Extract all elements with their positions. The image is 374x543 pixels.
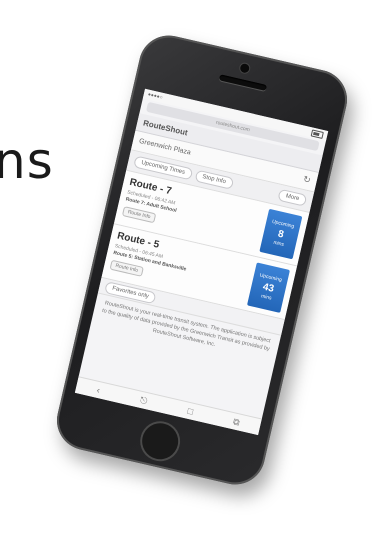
bookmarks-icon[interactable]: □ [186,406,194,417]
tile-unit: mins [260,292,273,302]
share-icon[interactable]: ⎋ [139,394,148,406]
tile-minutes: 8 [276,228,285,241]
home-button[interactable] [136,417,185,466]
back-icon[interactable]: ‹ [96,385,101,395]
battery-icon [310,128,324,139]
front-camera-icon [239,62,251,74]
earpiece-speaker [218,74,268,91]
phone-body: ●●●●○ ​ routeshout.com RouteShout Greenw… [51,29,353,491]
more-button[interactable]: More [277,188,308,207]
route-info-button[interactable]: Route Info [121,206,157,224]
route-info-button[interactable]: Route Info [109,259,144,277]
tile-unit: mins [272,239,285,248]
slide-partial-text: ns [0,132,54,190]
signal-icon: ●●●●○ [147,91,164,101]
phone-device: ●●●●○ ​ routeshout.com RouteShout Greenw… [51,29,353,491]
phone-screen: ●●●●○ ​ routeshout.com RouteShout Greenw… [74,88,329,436]
refresh-icon[interactable]: ↻ [302,174,312,186]
clock: ​ [235,112,237,118]
tabs-icon[interactable]: ⧉ [232,416,241,428]
